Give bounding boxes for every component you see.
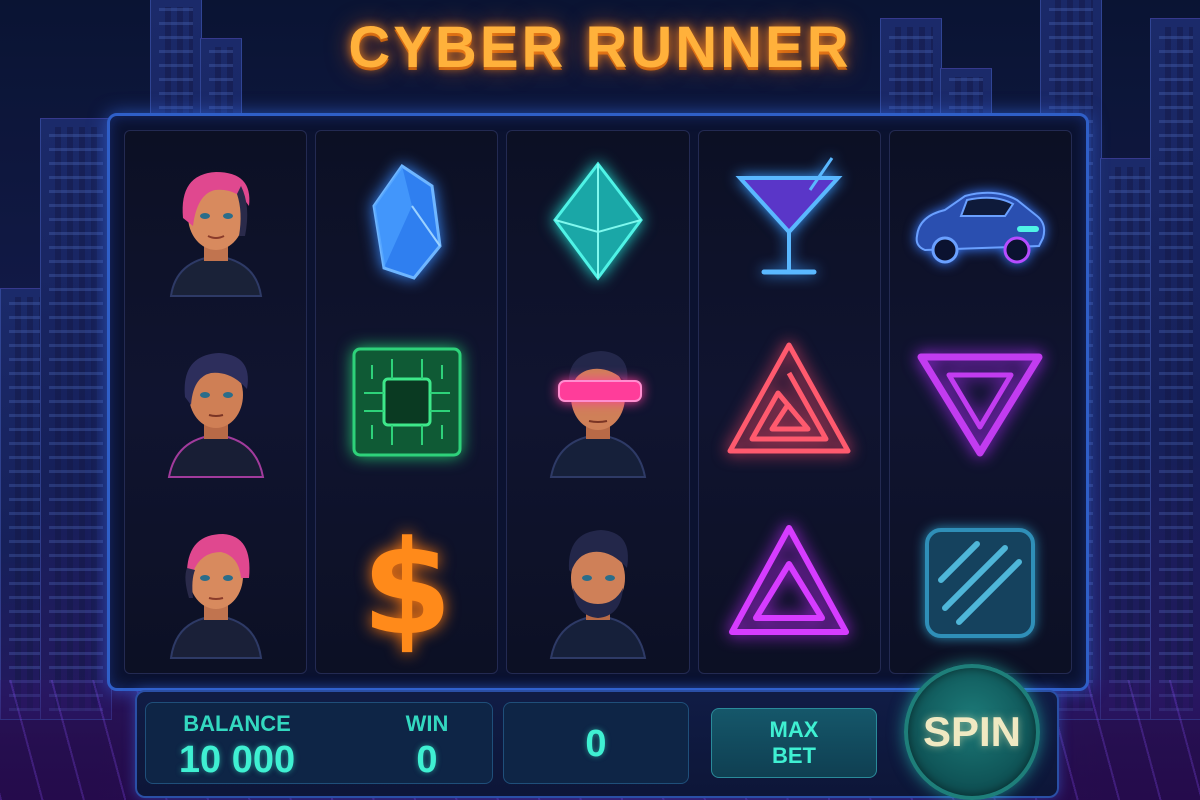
symbol-teal-striped-square (890, 492, 1071, 673)
spin-label: SPIN (922, 708, 1022, 755)
woman-dark-hair-icon (167, 353, 264, 478)
balance-label: BALANCE (183, 711, 291, 736)
reel-1 (124, 130, 308, 674)
symbol-purple-down-triangle (890, 312, 1071, 493)
balance-win-box: BALANCE 10 000 WIN 0 (145, 702, 493, 784)
symbol-woman-pink-hair-2 (125, 492, 306, 673)
blue-sports-car-icon (916, 192, 1046, 264)
bet-value: 0 (585, 723, 607, 765)
symbol-blue-crystal (316, 131, 497, 312)
symbol-cocktail-glass (699, 131, 880, 312)
teal-diamond-icon (553, 161, 643, 281)
symbol-man-visor (507, 312, 688, 493)
spin-button[interactable]: SPIN (904, 664, 1040, 800)
win-value: 0 (416, 739, 438, 781)
reel-5 (888, 130, 1073, 674)
symbol-orange-spiral-triangle (699, 312, 880, 493)
purple-down-triangle-icon (917, 353, 1043, 457)
orange-dollar-icon: $ (362, 512, 452, 664)
reel-3 (506, 130, 690, 674)
slot-machine: $ (107, 113, 1089, 691)
blue-crystal-icon (372, 164, 442, 281)
teal-striped-square-icon (925, 527, 1036, 638)
symbol-green-chip (316, 312, 497, 493)
symbol-orange-dollar: $ (316, 492, 497, 673)
control-panel: BALANCE 10 000 WIN 0 0 MAX BET SPIN (135, 664, 1059, 800)
symbol-teal-diamond (507, 131, 688, 312)
svg-text:$: $ (362, 512, 452, 664)
bet-box: 0 (503, 702, 689, 784)
balance-value: 10 000 (178, 739, 296, 781)
max-bet-button[interactable]: MAX BET (711, 708, 877, 778)
reels: $ (124, 130, 1073, 674)
max-bet-label-line1: MAX (769, 717, 819, 742)
win-label: WIN (405, 711, 449, 736)
game-title: CYBER RUNNER (348, 15, 852, 80)
reel-4 (697, 130, 881, 674)
cocktail-glass-icon (735, 157, 843, 275)
woman-pink-hair-2-icon (169, 533, 262, 659)
man-visor-icon (549, 351, 647, 478)
symbol-woman-pink-hair (125, 131, 306, 312)
symbol-magenta-triangle (699, 492, 880, 673)
symbol-woman-dark-hair (125, 312, 306, 493)
symbol-blue-sports-car (890, 131, 1071, 312)
orange-spiral-triangle-icon (727, 342, 851, 454)
woman-pink-hair-icon (169, 172, 262, 298)
magenta-triangle-icon (729, 524, 850, 635)
man-beard-icon (549, 529, 647, 659)
max-bet-label-line2: BET (772, 743, 816, 768)
green-chip-icon (352, 347, 462, 457)
reel-2: $ (315, 130, 499, 674)
symbol-man-beard (507, 492, 688, 673)
